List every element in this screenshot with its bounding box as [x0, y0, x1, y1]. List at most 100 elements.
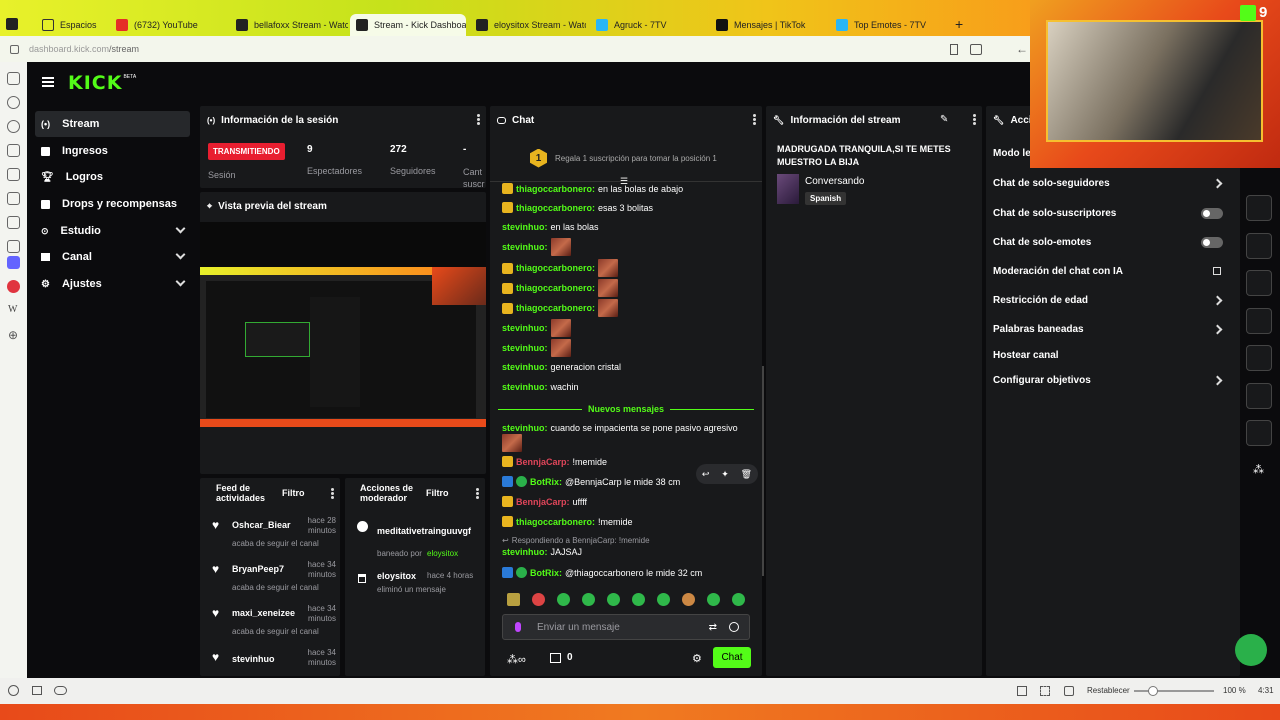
chat-scrollbar[interactable]: [762, 366, 764, 576]
nav-ajustes[interactable]: ⚙ Ajustes: [35, 271, 190, 297]
setting-followers-only[interactable]: Chat de solo-seguidores: [993, 176, 1233, 190]
treasure-icon[interactable]: [550, 653, 561, 663]
emote[interactable]: [582, 593, 595, 606]
emote[interactable]: [557, 593, 570, 606]
zoom-slider-handle[interactable]: [1148, 686, 1158, 696]
connections-icon[interactable]: ⁂: [1253, 463, 1264, 476]
emote[interactable]: [598, 259, 619, 277]
history-icon[interactable]: [7, 120, 20, 133]
bookmarks-icon[interactable]: [7, 72, 20, 85]
mod-filter[interactable]: Filtro: [426, 488, 449, 498]
chat-icon[interactable]: [1246, 308, 1272, 334]
chat-input-box[interactable]: Enviar un mensaje ⇄: [502, 614, 750, 640]
setting-emotes-only[interactable]: Chat de solo-emotes: [993, 235, 1233, 249]
lightning-icon[interactable]: [1246, 233, 1272, 259]
calendar-icon[interactable]: [7, 240, 20, 253]
tab-tiktok[interactable]: Mensajes | TikTok: [710, 14, 826, 36]
mail-icon[interactable]: [7, 216, 20, 229]
microphone-icon[interactable]: [515, 622, 521, 632]
focus-icon[interactable]: [1246, 195, 1272, 221]
tab-eloysitox[interactable]: eloysitox Stream - Watch L: [470, 14, 586, 36]
mastodon-icon[interactable]: [7, 256, 20, 269]
kick-logo[interactable]: KICK BETA: [68, 72, 136, 94]
capture-icon[interactable]: [1017, 686, 1027, 696]
emote[interactable]: [707, 593, 720, 606]
nav-canal[interactable]: Canal: [35, 244, 190, 270]
emote[interactable]: [657, 593, 670, 606]
setting-ai-moderation[interactable]: Moderación del chat con IA: [993, 264, 1233, 278]
zoom-slider[interactable]: [1134, 686, 1214, 696]
notes-icon[interactable]: [7, 144, 20, 157]
connections-icon[interactable]: ⁂∞: [507, 653, 526, 666]
nav-ingresos[interactable]: Ingresos: [35, 138, 190, 164]
tab-bellafoxx[interactable]: bellafoxx Stream - Watch L: [230, 14, 348, 36]
tab-top-emotes[interactable]: Top Emotes - 7TV: [830, 14, 946, 36]
send-chat-button[interactable]: Chat: [713, 647, 751, 668]
emote[interactable]: [550, 238, 571, 256]
emote[interactable]: [607, 593, 620, 606]
page-actions-icon[interactable]: [1064, 686, 1074, 696]
emote[interactable]: [550, 319, 571, 337]
emote[interactable]: [598, 299, 619, 317]
more-options-icon[interactable]: [331, 492, 334, 495]
nav-stream[interactable]: (•) Stream: [35, 111, 190, 137]
tools-icon[interactable]: [1246, 420, 1272, 446]
setting-banned-words[interactable]: Palabras baneadas: [993, 322, 1233, 336]
more-options-icon[interactable]: [973, 118, 976, 121]
layout-icon[interactable]: [1246, 383, 1272, 409]
setting-host-channel[interactable]: Hostear canal: [993, 348, 1233, 362]
chat-settings-icon[interactable]: ⚙: [692, 652, 702, 665]
emote[interactable]: [502, 434, 522, 452]
setting-goals[interactable]: Configurar objetivos: [993, 373, 1233, 387]
sub-goal-banner[interactable]: 1 Regala 1 suscripción para tomar la pos…: [490, 136, 762, 180]
more-options-icon[interactable]: [753, 118, 756, 121]
tab-kick-dashboard[interactable]: Stream - Kick Dashboard: [350, 14, 466, 36]
address-bar[interactable]: dashboard.kick.com/stream ←: [0, 36, 1030, 62]
reset-zoom-button[interactable]: Restablecer: [1087, 686, 1130, 695]
tab-espacios[interactable]: Espacios: [36, 14, 106, 36]
emote[interactable]: [682, 593, 695, 606]
setting-subscribers-only[interactable]: Chat de solo-suscriptores: [993, 206, 1233, 220]
tab-youtube[interactable]: (6732) YouTube: [110, 14, 228, 36]
tiling-icon[interactable]: [32, 686, 42, 695]
cloud-icon[interactable]: [54, 686, 67, 695]
delete-icon[interactable]: 🗑︎: [741, 469, 752, 480]
add-panel-icon[interactable]: ⊕: [8, 328, 18, 342]
feed-filter[interactable]: Filtro: [282, 488, 305, 498]
emote[interactable]: [507, 593, 520, 606]
emote[interactable]: [632, 593, 645, 606]
tab-agruck[interactable]: Agruck - 7TV: [590, 14, 706, 36]
mode-label[interactable]: Modo le: [993, 148, 1031, 159]
emotes-only-toggle[interactable]: [1201, 236, 1223, 248]
reply-icon[interactable]: ↩: [702, 469, 710, 480]
wikipedia-icon[interactable]: W: [8, 304, 17, 315]
new-tab-button[interactable]: +: [955, 16, 963, 32]
pin-icon[interactable]: ✦: [721, 469, 729, 480]
emote[interactable]: [598, 279, 619, 297]
document-icon[interactable]: [1246, 270, 1272, 296]
emoji-icon[interactable]: [729, 622, 739, 632]
translate-icon[interactable]: [7, 168, 20, 181]
emote[interactable]: [732, 593, 745, 606]
support-button[interactable]: [1235, 634, 1267, 666]
hamburger-menu-icon[interactable]: [42, 77, 54, 87]
stream-preview-video[interactable]: [200, 222, 486, 427]
broadcast-icon[interactable]: [1246, 345, 1272, 371]
emote[interactable]: [532, 593, 545, 606]
status-icon[interactable]: [8, 685, 19, 696]
sidebar-toggle-icon[interactable]: [970, 43, 982, 55]
chat-input[interactable]: Enviar un mensaje: [537, 622, 620, 633]
downloads-icon[interactable]: [7, 96, 20, 109]
back-icon[interactable]: ←: [1016, 42, 1028, 56]
site-info-icon[interactable]: [10, 44, 19, 54]
vivaldi-icon[interactable]: [7, 280, 20, 293]
edit-icon[interactable]: ✎: [940, 114, 948, 125]
more-options-icon[interactable]: [476, 492, 479, 495]
more-options-icon[interactable]: [477, 118, 480, 121]
nav-drops[interactable]: Drops y recompensas: [35, 191, 190, 217]
screenshot-icon[interactable]: [1040, 686, 1050, 696]
new-messages-divider[interactable]: Nuevos mensajes: [498, 403, 755, 415]
translate-icon[interactable]: ⇄: [709, 622, 717, 633]
emote[interactable]: [550, 339, 571, 357]
nav-logros[interactable]: 🏆︎ Logros: [35, 164, 190, 190]
